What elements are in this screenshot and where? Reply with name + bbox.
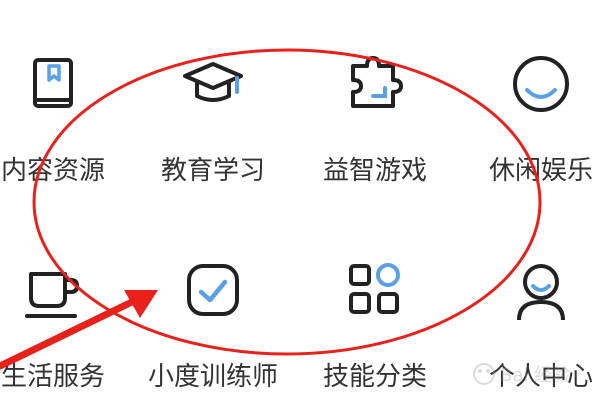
categories-icon (349, 263, 400, 314)
grid-item-puzzle-games[interactable]: 益智游戏 (310, 52, 440, 212)
grid-item-label: 益智游戏 (322, 156, 427, 186)
grid-item-life-services[interactable]: 生活服务 (0, 258, 118, 400)
grid-item-label: 教育学习 (160, 156, 265, 186)
baidu-watermark: Bai 经验 (473, 363, 570, 386)
smile-icon (513, 56, 569, 112)
checkbox-icon (187, 264, 239, 316)
graduation-cap-icon (183, 62, 243, 102)
book-icon (33, 58, 73, 108)
feature-grid: 内容资源 教育学习 益智游戏 休闲娱乐 生活服务 小度训练师 技能分类 个人中心 (0, 0, 600, 400)
grid-item-label: 休闲娱乐 (488, 156, 593, 186)
person-icon (517, 264, 565, 321)
grid-item-label: 技能分类 (322, 362, 427, 392)
grid-item-leisure[interactable]: 休闲娱乐 (476, 52, 600, 212)
watermark-text: Bai 经验 (500, 365, 570, 386)
grid-item-xiaodu-trainer[interactable]: 小度训练师 (148, 258, 278, 400)
grid-item-label: 小度训练师 (148, 362, 279, 392)
grid-item-label: 内容资源 (0, 156, 105, 186)
puzzle-icon (351, 56, 403, 108)
grid-item-content-resources[interactable]: 内容资源 (0, 52, 118, 212)
grid-item-label: 生活服务 (0, 362, 105, 392)
cup-icon (25, 272, 80, 318)
grid-item-skill-categories[interactable]: 技能分类 (310, 258, 440, 400)
grid-item-education[interactable]: 教育学习 (148, 52, 278, 212)
